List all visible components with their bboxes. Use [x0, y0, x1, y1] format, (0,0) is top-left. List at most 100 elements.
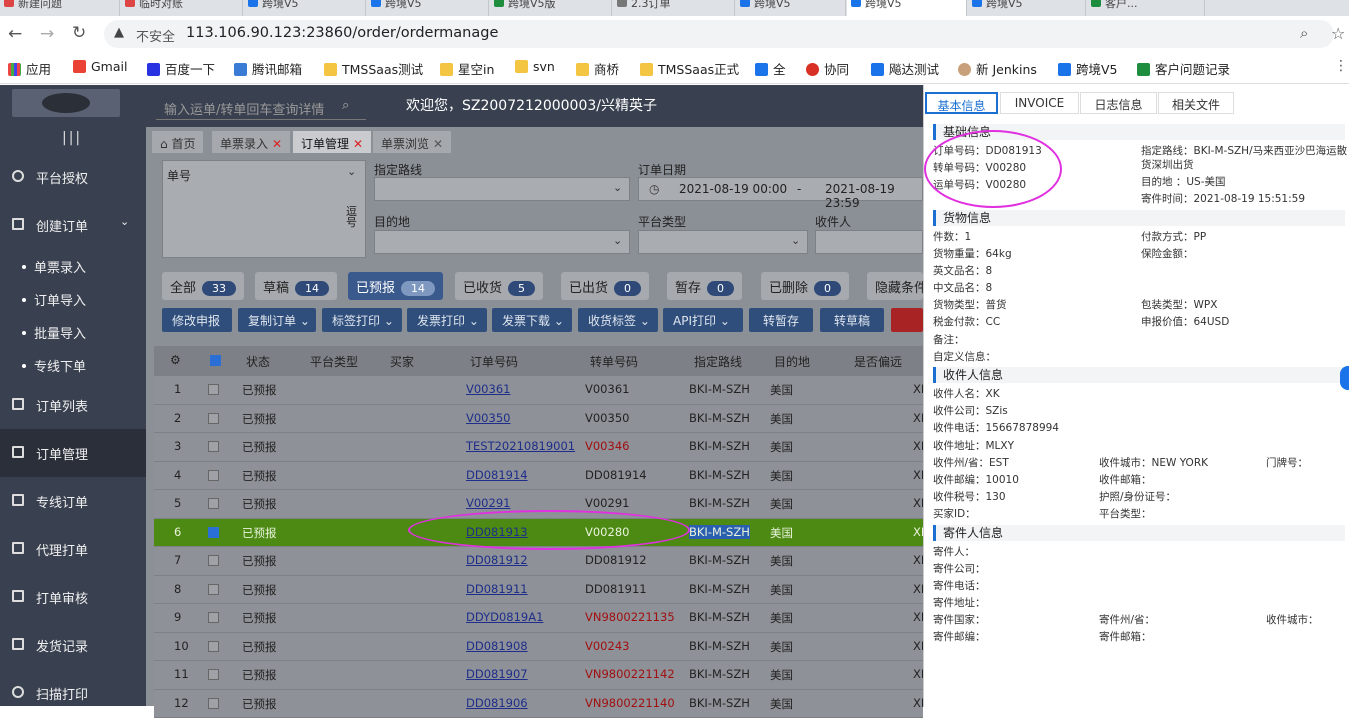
- browser-tab[interactable]: 新建问题: [0, 0, 120, 16]
- order-no-link[interactable]: DD081907: [466, 667, 528, 681]
- row-checkbox[interactable]: [208, 584, 219, 595]
- nav-sub-single[interactable]: 单票录入: [22, 257, 86, 276]
- browser-tab-active[interactable]: 跨境V5: [847, 0, 967, 16]
- reload-icon[interactable]: ↻: [72, 23, 86, 43]
- nav-special-order[interactable]: 专线订单: [0, 477, 146, 525]
- bookmark-folder[interactable]: svn: [515, 59, 555, 74]
- chip-forecast[interactable]: 已预报14: [348, 272, 443, 300]
- bookmark-qqmail[interactable]: 腾讯邮箱: [234, 59, 302, 78]
- row-checkbox[interactable]: [208, 384, 219, 395]
- bookmark-item[interactable]: 协同: [806, 59, 849, 78]
- bookmark-folder[interactable]: 商桥: [576, 59, 619, 78]
- order-no-link[interactable]: DD081906: [466, 696, 528, 710]
- chip-received[interactable]: 已收货5: [455, 272, 543, 300]
- tab-order-manage[interactable]: 订单管理✕: [293, 131, 371, 153]
- chip-all[interactable]: 全部33: [162, 272, 244, 300]
- url-field[interactable]: ▲ 不安全 113.106.90.123:23860/order/orderma…: [104, 20, 1334, 48]
- api-print-button[interactable]: API打印 ⌄: [663, 308, 743, 332]
- table-row[interactable]: 2已预报V00350V00350BKI-M-SZH美国XI: [154, 405, 923, 434]
- order-no-link[interactable]: V00361: [466, 382, 510, 396]
- bookmark-gmail[interactable]: Gmail: [73, 59, 127, 74]
- bookmark-item[interactable]: 客户问题记录: [1137, 59, 1230, 78]
- order-no-link[interactable]: DDYD0819A1: [466, 610, 543, 624]
- more-bookmarks-icon[interactable]: ⋮: [1334, 58, 1348, 74]
- table-row[interactable]: 11已预报DD081907VN9800221142BKI-M-SZH美国XI: [154, 661, 923, 690]
- row-checkbox[interactable]: [208, 555, 219, 566]
- table-row[interactable]: 10已预报DD081908V00243BKI-M-SZH美国XI: [154, 633, 923, 662]
- delete-button[interactable]: [891, 308, 923, 332]
- chip-draft[interactable]: 草稿14: [255, 272, 337, 300]
- tab-invoice[interactable]: INVOICE: [1000, 92, 1079, 114]
- chip-shipped[interactable]: 已出货0: [561, 272, 649, 300]
- table-row[interactable]: 7已预报DD081912DD081912BKI-M-SZH美国XI: [154, 547, 923, 576]
- row-checkbox[interactable]: [208, 441, 219, 452]
- nav-print-audit[interactable]: 打单审核: [0, 573, 146, 621]
- to-draft-button[interactable]: 转草稿: [820, 308, 884, 332]
- table-row[interactable]: 3已预报TEST20210819001V00346BKI-M-SZH美国XI: [154, 433, 923, 462]
- bookmark-item[interactable]: 全: [755, 59, 786, 78]
- table-row[interactable]: 9已预报DDYD0819A1VN9800221135BKI-M-SZH美国XI: [154, 604, 923, 633]
- tab-single-browse[interactable]: 单票浏览✕: [373, 131, 451, 153]
- order-no-link[interactable]: DD081908: [466, 639, 528, 653]
- browser-tab[interactable]: 跨境V5: [367, 0, 489, 16]
- label-print-button[interactable]: 标签打印 ⌄: [322, 308, 402, 332]
- tab-basic-info[interactable]: 基本信息: [925, 92, 998, 114]
- order-date-range[interactable]: ◷ 2021-08-19 00:00 - 2021-08-19 23:59: [638, 177, 923, 201]
- invoice-print-button[interactable]: 发票打印 ⌄: [407, 308, 487, 332]
- close-icon[interactable]: ✕: [433, 137, 443, 151]
- to-staged-button[interactable]: 转暂存: [749, 308, 813, 332]
- nav-agent-print[interactable]: 代理打单: [0, 525, 146, 573]
- nav-sub-special-line[interactable]: 专线下单: [22, 356, 86, 375]
- table-row[interactable]: 1已预报V00361V00361BKI-M-SZH美国XI: [154, 376, 923, 405]
- bookmark-apps[interactable]: 应用: [8, 59, 51, 78]
- chip-staged[interactable]: 暂存0: [667, 272, 742, 300]
- order-no-link[interactable]: DD081912: [466, 553, 528, 567]
- row-checkbox[interactable]: [208, 413, 219, 424]
- invoice-download-button[interactable]: 发票下载 ⌄: [492, 308, 572, 332]
- nav-ship-records[interactable]: 发货记录: [0, 621, 146, 669]
- row-checkbox[interactable]: [208, 669, 219, 680]
- tab-log-info[interactable]: 日志信息: [1080, 92, 1157, 114]
- close-icon[interactable]: ✕: [353, 137, 363, 151]
- browser-tab[interactable]: 跨境V5版: [490, 0, 612, 16]
- table-row[interactable]: 12已预报DD081906VN9800221140BKI-M-SZH美国XI: [154, 690, 923, 718]
- order-no-link[interactable]: DD081911: [466, 582, 528, 596]
- nav-scan-print[interactable]: 扫描打印: [0, 669, 146, 717]
- destination-select[interactable]: ⌄: [374, 230, 630, 254]
- bookmark-item[interactable]: 飚达测试: [871, 59, 939, 78]
- nav-sub-import[interactable]: 订单导入: [22, 290, 86, 309]
- route-select[interactable]: ⌄: [374, 177, 630, 201]
- table-row[interactable]: 8已预报DD081911DD081911BKI-M-SZH美国XI: [154, 576, 923, 605]
- bookmark-folder[interactable]: TMSSaas正式: [640, 59, 739, 78]
- browser-tab[interactable]: 跨境V5: [244, 0, 366, 16]
- row-checkbox[interactable]: [208, 470, 219, 481]
- nav-create-order[interactable]: 创建订单⌄: [0, 201, 146, 249]
- receiver-input[interactable]: [815, 230, 923, 254]
- browser-tab[interactable]: 跨境V5: [968, 0, 1086, 16]
- bookmark-folder[interactable]: 星空in: [440, 59, 494, 78]
- tab-related-files[interactable]: 相关文件: [1158, 92, 1234, 114]
- nav-order-manage[interactable]: 订单管理: [0, 429, 146, 477]
- browser-tab[interactable]: 2.3订单: [613, 0, 735, 16]
- bookmark-item[interactable]: 跨境V5: [1058, 59, 1118, 78]
- bookmark-star-icon[interactable]: ☆: [1331, 24, 1345, 43]
- browser-tab[interactable]: 客户...: [1087, 0, 1205, 16]
- zoom-search-icon[interactable]: ⌕: [1300, 24, 1308, 42]
- forward-arrow-icon[interactable]: →: [40, 24, 54, 44]
- row-checkbox[interactable]: [208, 641, 219, 652]
- bookmark-baidu[interactable]: 百度一下: [147, 59, 215, 78]
- platform-select[interactable]: ⌄: [638, 230, 808, 254]
- bookmark-folder[interactable]: TMSSaas测试: [324, 59, 423, 78]
- close-icon[interactable]: ✕: [272, 137, 282, 151]
- nav-order-list[interactable]: 订单列表: [0, 381, 146, 429]
- chip-hidden-conditions[interactable]: 隐藏条件: [867, 272, 923, 300]
- edit-declaration-button[interactable]: 修改申报: [162, 308, 232, 332]
- row-checkbox[interactable]: [208, 498, 219, 509]
- order-no-link[interactable]: TEST20210819001: [466, 439, 575, 453]
- grid-settings-icon[interactable]: ⚙: [170, 353, 181, 367]
- menu-toggle-icon[interactable]: |||: [62, 130, 82, 146]
- side-handle-icon[interactable]: [1340, 366, 1349, 390]
- order-no-link[interactable]: V00350: [466, 411, 510, 425]
- bookmark-jenkins[interactable]: 新 Jenkins: [958, 59, 1037, 78]
- nav-platform-auth[interactable]: 平台授权: [0, 153, 146, 201]
